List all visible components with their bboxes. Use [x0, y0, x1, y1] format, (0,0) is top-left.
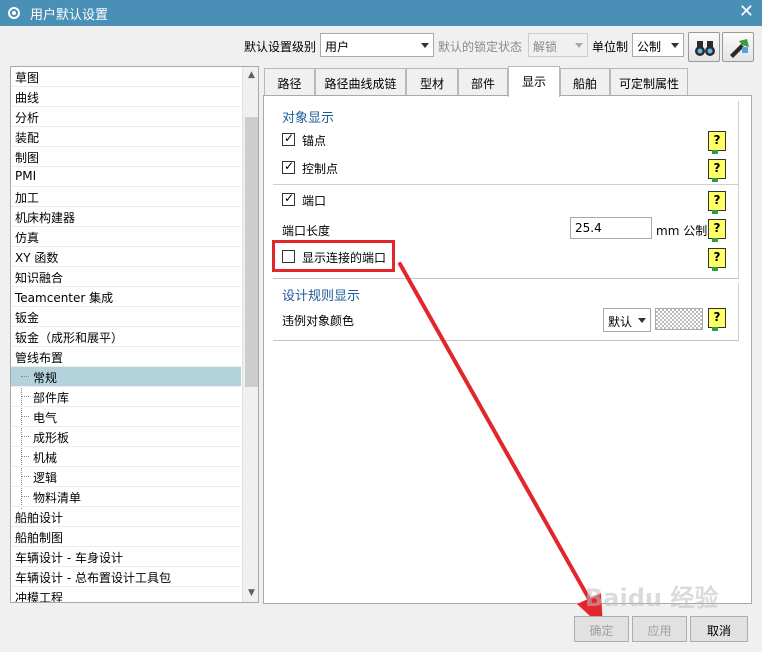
cancel-button[interactable]: 取消	[690, 616, 748, 642]
ok-button[interactable]: 确定	[574, 616, 629, 642]
annotation-arrow	[398, 262, 603, 628]
apply-button[interactable]: 应用	[632, 616, 687, 642]
tab-display[interactable]: 显示	[508, 66, 560, 97]
baidu-watermark: Baidu 经验	[585, 584, 719, 612]
